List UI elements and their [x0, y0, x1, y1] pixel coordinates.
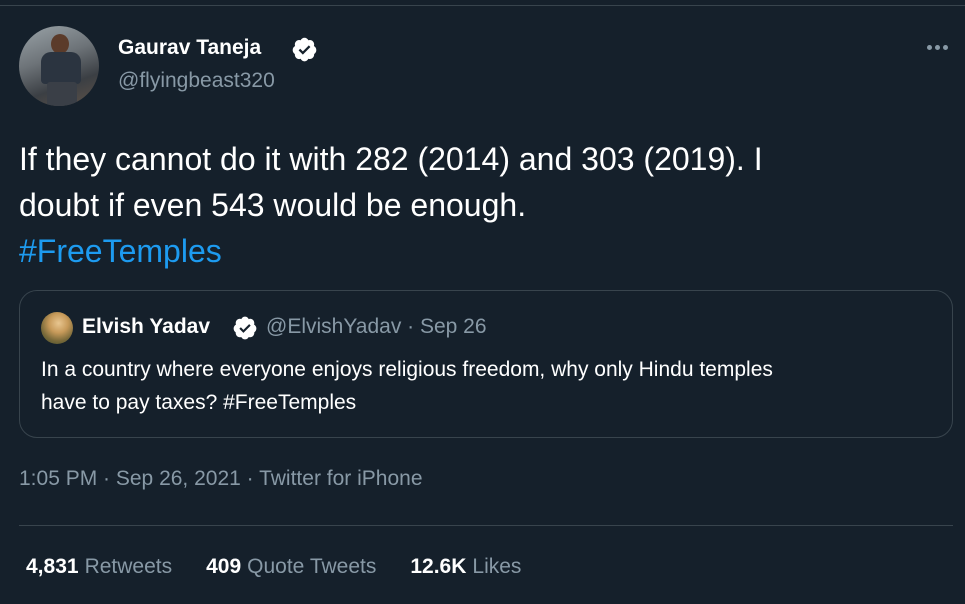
- quote-tweets-stat[interactable]: 409 Quote Tweets: [206, 555, 376, 579]
- verified-badge-icon: [292, 37, 317, 62]
- avatar-head-shape: [51, 34, 69, 54]
- tweet-text-line-2: doubt if even 543 would be enough.: [19, 187, 527, 223]
- retweets-stat[interactable]: 4,831 Retweets: [26, 555, 172, 579]
- quoted-tweet-card[interactable]: Elvish Yadav @ElvishYadav · Sep 26 In a …: [19, 290, 953, 438]
- quoted-author-avatar[interactable]: [41, 312, 73, 344]
- quoted-verified-badge-icon: [233, 316, 257, 340]
- quote-tweets-label: Quote Tweets: [247, 555, 377, 578]
- quoted-author-name: Elvish Yadav: [82, 315, 211, 338]
- quoted-text-line-1: In a country where everyone enjoys relig…: [41, 358, 773, 381]
- avatar-torso-shape: [41, 52, 81, 84]
- avatar-legs-shape: [47, 82, 77, 106]
- quote-tweets-count: 409: [206, 555, 242, 578]
- quoted-handle-date: @ElvishYadav · Sep 26: [266, 315, 487, 338]
- quoted-tweet-text: In a country where everyone enjoys relig…: [41, 353, 921, 419]
- likes-stat[interactable]: 12.6K Likes: [410, 555, 521, 579]
- author-avatar[interactable]: [19, 26, 99, 106]
- hashtag-link[interactable]: #FreeTemples: [19, 228, 949, 274]
- quoted-text-line-2: have to pay taxes? #FreeTemples: [41, 391, 357, 414]
- tweet-timestamp[interactable]: 1:05 PM · Sep 26, 2021 · Twitter for iPh…: [19, 467, 423, 491]
- stats-divider: [19, 525, 953, 526]
- engagement-stats: 4,831 Retweets 409 Quote Tweets 12.6K Likes: [26, 555, 555, 579]
- more-options-icon[interactable]: [922, 36, 952, 58]
- retweets-label: Retweets: [84, 555, 173, 578]
- likes-label: Likes: [472, 555, 522, 578]
- top-divider: [0, 5, 965, 6]
- tweet-text-line-1: If they cannot do it with 282 (2014) and…: [19, 141, 763, 177]
- author-name[interactable]: Gaurav Taneja: [118, 36, 261, 60]
- retweets-count: 4,831: [26, 555, 79, 578]
- tweet-text: If they cannot do it with 282 (2014) and…: [19, 136, 949, 274]
- likes-count: 12.6K: [410, 555, 467, 578]
- author-handle[interactable]: @flyingbeast320: [118, 69, 275, 93]
